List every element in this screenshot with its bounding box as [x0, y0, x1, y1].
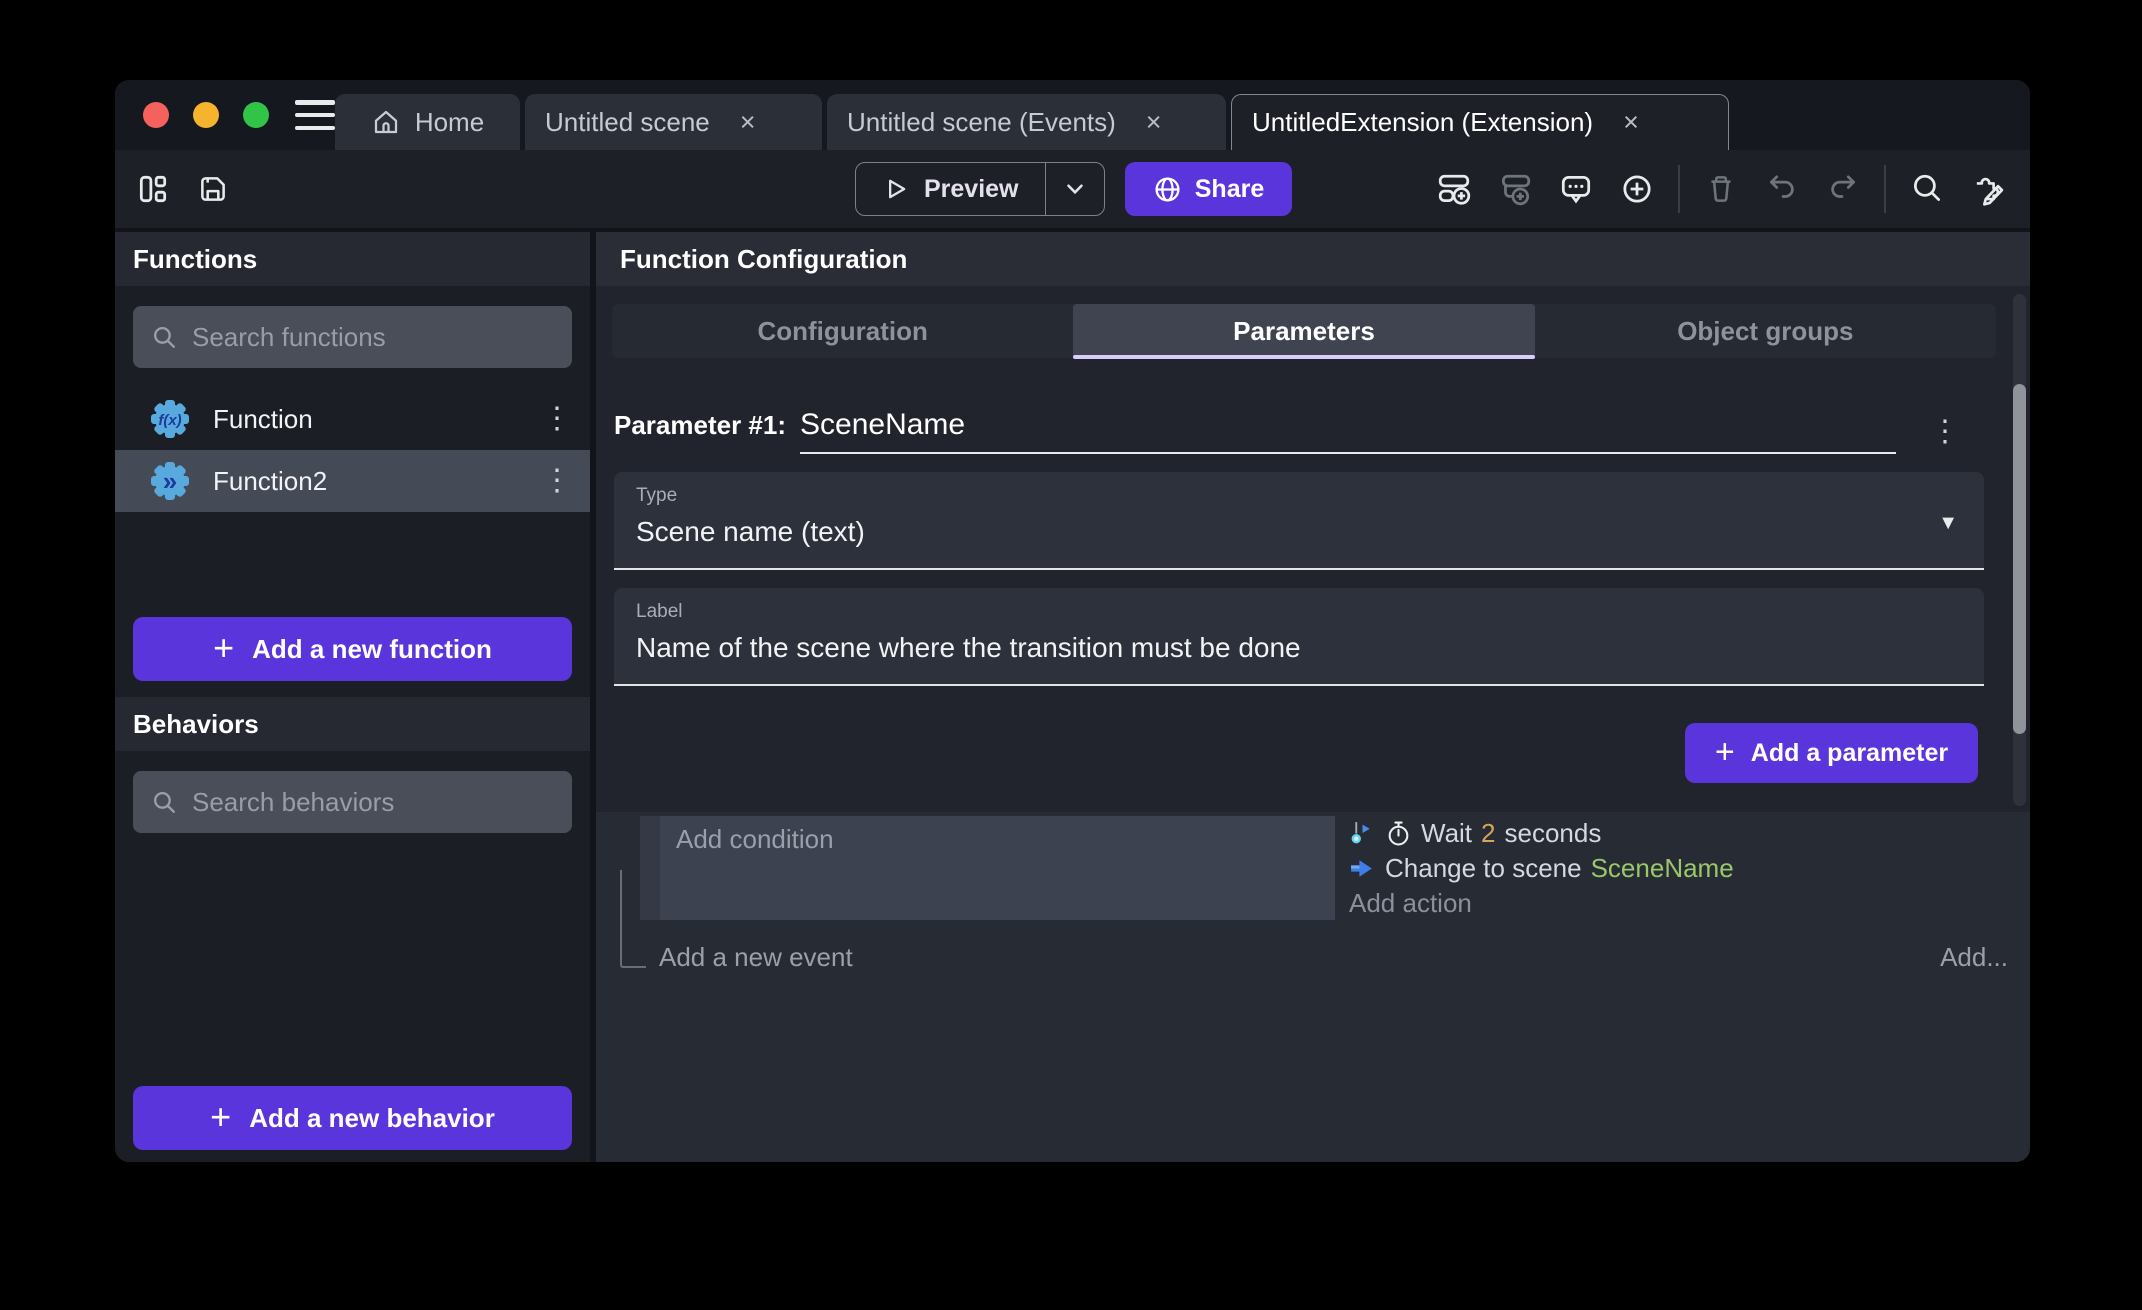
parameter-index-label: Parameter #1:	[614, 410, 786, 441]
parameter-name-input[interactable]: SceneName	[800, 408, 1896, 454]
home-icon	[371, 107, 401, 137]
label-field-label: Label	[636, 601, 1962, 623]
functions-header: Functions	[115, 232, 590, 286]
editor-tabs: Home Untitled scene × Untitled scene (Ev…	[335, 94, 1729, 150]
parameter-kebab-menu-icon[interactable]: ⋮	[1930, 414, 1960, 449]
add-function-button[interactable]: + Add a new function	[133, 617, 572, 681]
add-circle-icon[interactable]	[1617, 169, 1657, 209]
plus-icon: +	[1715, 735, 1735, 769]
search-behaviors-input[interactable]	[192, 787, 554, 818]
action-change-scene[interactable]: Change to scene SceneName	[1349, 853, 1734, 884]
preview-label: Preview	[924, 175, 1019, 204]
close-window-button[interactable]	[143, 102, 169, 128]
gdevelop-window: Home Untitled scene × Untitled scene (Ev…	[115, 80, 2030, 1162]
undo-icon[interactable]	[1762, 169, 1802, 209]
function-label: Function2	[213, 466, 327, 497]
add-action-link[interactable]: Add action	[1349, 888, 1734, 919]
stopwatch-icon	[1385, 820, 1412, 847]
chevron-down-icon	[1062, 176, 1088, 202]
add-new-event-link[interactable]: Add a new event	[659, 942, 853, 973]
close-tab-icon[interactable]: ×	[1607, 109, 1639, 136]
tab-untitled-extension[interactable]: UntitledExtension (Extension) ×	[1231, 94, 1729, 150]
tab-bar: Home Untitled scene × Untitled scene (Ev…	[115, 80, 2030, 150]
function-configuration-header: Function Configuration	[596, 232, 2030, 286]
label-text-field[interactable]: Label Name of the scene where the transi…	[614, 588, 1984, 686]
redo-icon[interactable]	[1823, 169, 1863, 209]
function-gear-icon: f(x)	[147, 396, 193, 442]
tab-untitled-scene-events[interactable]: Untitled scene (Events) ×	[827, 94, 1226, 150]
tab-untitled-scene[interactable]: Untitled scene ×	[525, 94, 822, 150]
events-sheet: Add condition Wait 2 seconds	[596, 812, 2030, 1162]
play-icon	[882, 175, 910, 203]
tab-label: UntitledExtension (Extension)	[1252, 107, 1593, 138]
parameters-panel: Configuration Parameters Object groups P…	[596, 286, 2030, 812]
search-icon	[151, 789, 178, 816]
tab-home[interactable]: Home	[335, 94, 520, 150]
extension-sidebar: Functions	[115, 232, 590, 1162]
function-label: Function	[213, 404, 313, 435]
tab-configuration[interactable]: Configuration	[612, 304, 1073, 358]
search-icon[interactable]	[1907, 169, 1947, 209]
function-kebab-menu-icon[interactable]: ⋮	[542, 404, 572, 434]
plus-icon: +	[210, 1099, 231, 1135]
tab-label: Home	[415, 107, 484, 138]
minimize-window-button[interactable]	[193, 102, 219, 128]
traffic-lights	[143, 102, 269, 128]
function-list-item[interactable]: f(x) Function ⋮	[115, 388, 590, 450]
scrollbar-thumb[interactable]	[2013, 384, 2026, 734]
action-wait[interactable]: Wait 2 seconds	[1349, 818, 1734, 849]
search-functions-box[interactable]	[133, 306, 572, 368]
event-indent-bracket	[620, 870, 646, 968]
add-event-icon[interactable]	[1434, 169, 1474, 209]
type-field-label: Type	[636, 485, 1962, 507]
search-icon	[151, 324, 178, 351]
svg-text:f(x): f(x)	[158, 412, 181, 429]
tab-label: Untitled scene (Events)	[847, 107, 1116, 138]
delete-icon[interactable]	[1701, 169, 1741, 209]
add-behavior-button[interactable]: + Add a new behavior	[133, 1086, 572, 1150]
close-tab-icon[interactable]: ×	[1130, 109, 1162, 136]
maximize-window-button[interactable]	[243, 102, 269, 128]
close-tab-icon[interactable]: ×	[724, 109, 756, 136]
preview-options-dropdown[interactable]	[1046, 176, 1104, 202]
plus-icon: +	[213, 630, 234, 666]
open-project-manager-icon[interactable]	[133, 169, 173, 209]
add-more-link[interactable]: Add...	[1940, 942, 2008, 973]
function2-gear-icon: »	[147, 458, 193, 504]
type-field-value: Scene name (text)	[636, 516, 1962, 548]
scene-name-reference: SceneName	[1591, 853, 1734, 884]
async-icon	[1349, 820, 1376, 847]
comment-icon[interactable]	[1556, 169, 1596, 209]
tab-label: Untitled scene	[545, 107, 710, 138]
add-condition-area[interactable]: Add condition	[660, 816, 1335, 920]
wait-seconds-value: 2	[1481, 818, 1495, 849]
add-subevent-icon[interactable]	[1495, 169, 1535, 209]
share-label: Share	[1195, 175, 1264, 204]
dropdown-caret-icon: ▼	[1938, 512, 1958, 535]
svg-text:»: »	[163, 466, 177, 496]
label-field-value: Name of the scene where the transition m…	[636, 632, 1962, 664]
parameter-row: Parameter #1: SceneName ⋮	[614, 408, 1960, 454]
edit-extension-icon[interactable]	[1968, 169, 2008, 209]
search-functions-input[interactable]	[192, 322, 554, 353]
event-actions: Wait 2 seconds Change to scene SceneName	[1349, 818, 1734, 919]
toolbar: Preview Share	[115, 150, 2030, 228]
function-kebab-menu-icon[interactable]: ⋮	[542, 466, 572, 496]
function-list-item-selected[interactable]: » Function2 ⋮	[115, 450, 590, 512]
share-button[interactable]: Share	[1125, 162, 1292, 216]
search-behaviors-box[interactable]	[133, 771, 572, 833]
preview-button[interactable]: Preview	[855, 162, 1105, 216]
globe-icon	[1153, 175, 1182, 204]
save-icon[interactable]	[193, 169, 233, 209]
desktop: Home Untitled scene × Untitled scene (Ev…	[0, 0, 2142, 1310]
tab-parameters[interactable]: Parameters	[1073, 304, 1534, 358]
add-parameter-button[interactable]: + Add a parameter	[1685, 723, 1978, 783]
menu-icon[interactable]	[295, 100, 335, 130]
tab-object-groups[interactable]: Object groups	[1535, 304, 1996, 358]
function-configuration-pane: Function Configuration Configuration Par…	[590, 232, 2030, 1162]
change-scene-arrow-icon	[1349, 855, 1376, 882]
type-select-field[interactable]: Type Scene name (text) ▼	[614, 472, 1984, 570]
behaviors-header: Behaviors	[115, 697, 590, 751]
configuration-tabs: Configuration Parameters Object groups	[612, 304, 1996, 358]
